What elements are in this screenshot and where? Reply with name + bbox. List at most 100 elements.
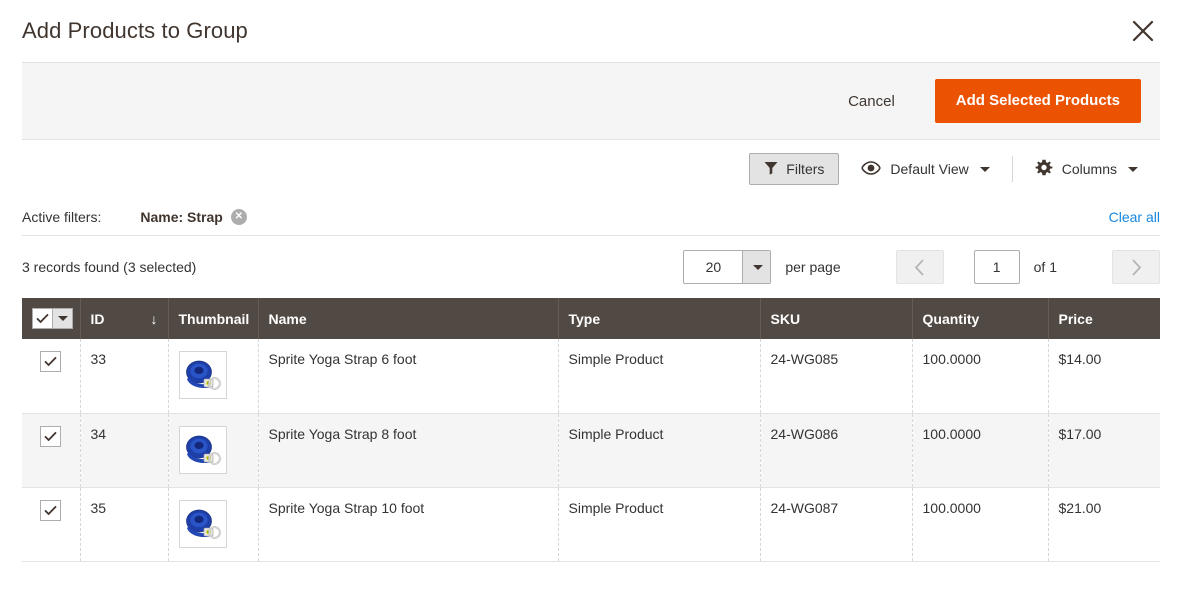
- header-sku-label: SKU: [771, 311, 801, 327]
- select-all-dropdown-arrow[interactable]: [53, 308, 73, 329]
- cell-quantity-text: 100.0000: [923, 500, 981, 516]
- chevron-right-icon: [1131, 259, 1142, 276]
- active-filter-text: Name: Strap: [140, 209, 222, 225]
- header-column-type[interactable]: Type: [558, 298, 760, 339]
- table-row[interactable]: 34 Sprite Yoga Strap 8 foot S: [22, 413, 1160, 487]
- cell-price: $14.00: [1048, 339, 1160, 413]
- cell-name-text: Sprite Yoga Strap 10 foot: [269, 500, 425, 516]
- per-page-dropdown-arrow[interactable]: [742, 251, 770, 283]
- cell-type-text: Simple Product: [569, 500, 664, 516]
- cell-price: $21.00: [1048, 487, 1160, 561]
- remove-filter-icon[interactable]: ✕: [231, 209, 247, 225]
- chevron-left-icon: [914, 259, 925, 276]
- default-view-dropdown[interactable]: Default View: [839, 152, 1011, 186]
- cell-id-text: 34: [91, 426, 107, 442]
- records-found-text: 3 records found (3 selected): [22, 259, 196, 275]
- select-all-control[interactable]: [32, 308, 73, 330]
- cell-id-text: 35: [91, 500, 107, 516]
- grid-header-row: ID ↓ Thumbnail Name Type SKU: [22, 298, 1160, 339]
- row-select-cell[interactable]: [22, 487, 80, 561]
- header-column-quantity[interactable]: Quantity: [912, 298, 1048, 339]
- cell-name: Sprite Yoga Strap 6 foot: [258, 339, 558, 413]
- cell-thumbnail: [168, 487, 258, 561]
- previous-page-button[interactable]: [896, 250, 944, 284]
- close-icon[interactable]: [1126, 14, 1160, 48]
- header-price-label: Price: [1059, 311, 1093, 327]
- cell-type-text: Simple Product: [569, 351, 664, 367]
- records-and-pagination-row: 3 records found (3 selected) 20 per page…: [22, 236, 1160, 298]
- header-column-thumbnail[interactable]: Thumbnail: [168, 298, 258, 339]
- modal-title-bar: Add Products to Group: [0, 0, 1182, 62]
- columns-dropdown[interactable]: Columns: [1013, 152, 1160, 186]
- row-select-cell[interactable]: [22, 413, 80, 487]
- cell-quantity: 100.0000: [912, 413, 1048, 487]
- table-row[interactable]: 35 Sprite Yoga Strap 10 foot: [22, 487, 1160, 561]
- clear-all-link[interactable]: Clear all: [1109, 209, 1160, 225]
- add-selected-products-button[interactable]: Add Selected Products: [935, 79, 1141, 123]
- blue-yoga-strap-thumbnail: [179, 351, 227, 399]
- cell-thumbnail: [168, 413, 258, 487]
- per-page-value: 20: [684, 251, 742, 283]
- products-grid: ID ↓ Thumbnail Name Type SKU: [22, 298, 1160, 562]
- cell-name: Sprite Yoga Strap 10 foot: [258, 487, 558, 561]
- cell-type: Simple Product: [558, 339, 760, 413]
- header-column-id[interactable]: ID ↓: [80, 298, 168, 339]
- cell-sku-text: 24-WG087: [771, 500, 839, 516]
- checkbox-checked-icon[interactable]: [32, 308, 53, 329]
- filters-button-label: Filters: [786, 161, 824, 177]
- modal-action-bar: Cancel Add Selected Products: [22, 62, 1160, 140]
- cell-name: Sprite Yoga Strap 8 foot: [258, 413, 558, 487]
- row-checkbox[interactable]: [40, 351, 61, 372]
- active-filter-chip: Name: Strap ✕: [140, 209, 246, 225]
- header-column-sku[interactable]: SKU: [760, 298, 912, 339]
- chevron-down-icon: [753, 265, 763, 270]
- page-title: Add Products to Group: [22, 18, 248, 44]
- header-column-name[interactable]: Name: [258, 298, 558, 339]
- cell-sku-text: 24-WG086: [771, 426, 839, 442]
- table-row[interactable]: 33 Sprite Yoga Strap 6 foot S: [22, 339, 1160, 413]
- header-type-label: Type: [569, 311, 601, 327]
- row-checkbox[interactable]: [40, 500, 61, 521]
- per-page-select[interactable]: 20: [683, 250, 771, 284]
- cell-sku: 24-WG086: [760, 413, 912, 487]
- blue-yoga-strap-thumbnail: [179, 426, 227, 474]
- cell-price-text: $14.00: [1059, 351, 1102, 367]
- columns-label: Columns: [1062, 161, 1117, 177]
- cell-type: Simple Product: [558, 487, 760, 561]
- blue-yoga-strap-thumbnail: [179, 500, 227, 548]
- cell-price-text: $17.00: [1059, 426, 1102, 442]
- header-column-price[interactable]: Price: [1048, 298, 1160, 339]
- header-select-all[interactable]: [22, 298, 80, 339]
- cell-quantity: 100.0000: [912, 339, 1048, 413]
- row-select-cell[interactable]: [22, 339, 80, 413]
- add-products-modal: Add Products to Group Cancel Add Selecte…: [0, 0, 1182, 615]
- filters-button[interactable]: Filters: [749, 153, 839, 185]
- header-thumbnail-label: Thumbnail: [179, 311, 250, 327]
- chevron-down-icon: [1128, 167, 1138, 172]
- cell-type-text: Simple Product: [569, 426, 664, 442]
- gear-icon: [1035, 159, 1053, 180]
- cell-thumbnail: [168, 339, 258, 413]
- cell-id: 33: [80, 339, 168, 413]
- cell-id: 35: [80, 487, 168, 561]
- cell-price: $17.00: [1048, 413, 1160, 487]
- next-page-button[interactable]: [1112, 250, 1160, 284]
- cell-id-text: 33: [91, 351, 107, 367]
- page-number-input[interactable]: [974, 250, 1020, 284]
- chevron-down-icon: [980, 167, 990, 172]
- header-quantity-label: Quantity: [923, 311, 980, 327]
- cell-quantity-text: 100.0000: [923, 426, 981, 442]
- filter-icon: [764, 161, 778, 178]
- header-id-label: ID: [91, 311, 105, 327]
- cell-quantity: 100.0000: [912, 487, 1048, 561]
- chevron-down-icon: [58, 316, 68, 321]
- cancel-button[interactable]: Cancel: [838, 87, 905, 116]
- cell-id: 34: [80, 413, 168, 487]
- cell-name-text: Sprite Yoga Strap 6 foot: [269, 351, 417, 367]
- default-view-label: Default View: [890, 161, 968, 177]
- cell-sku-text: 24-WG085: [771, 351, 839, 367]
- grid-toolbar: Filters Default View Columns: [22, 140, 1160, 198]
- active-filters-bar: Active filters: Name: Strap ✕ Clear all: [22, 198, 1160, 236]
- row-checkbox[interactable]: [40, 426, 61, 447]
- active-filters-label: Active filters:: [22, 209, 101, 225]
